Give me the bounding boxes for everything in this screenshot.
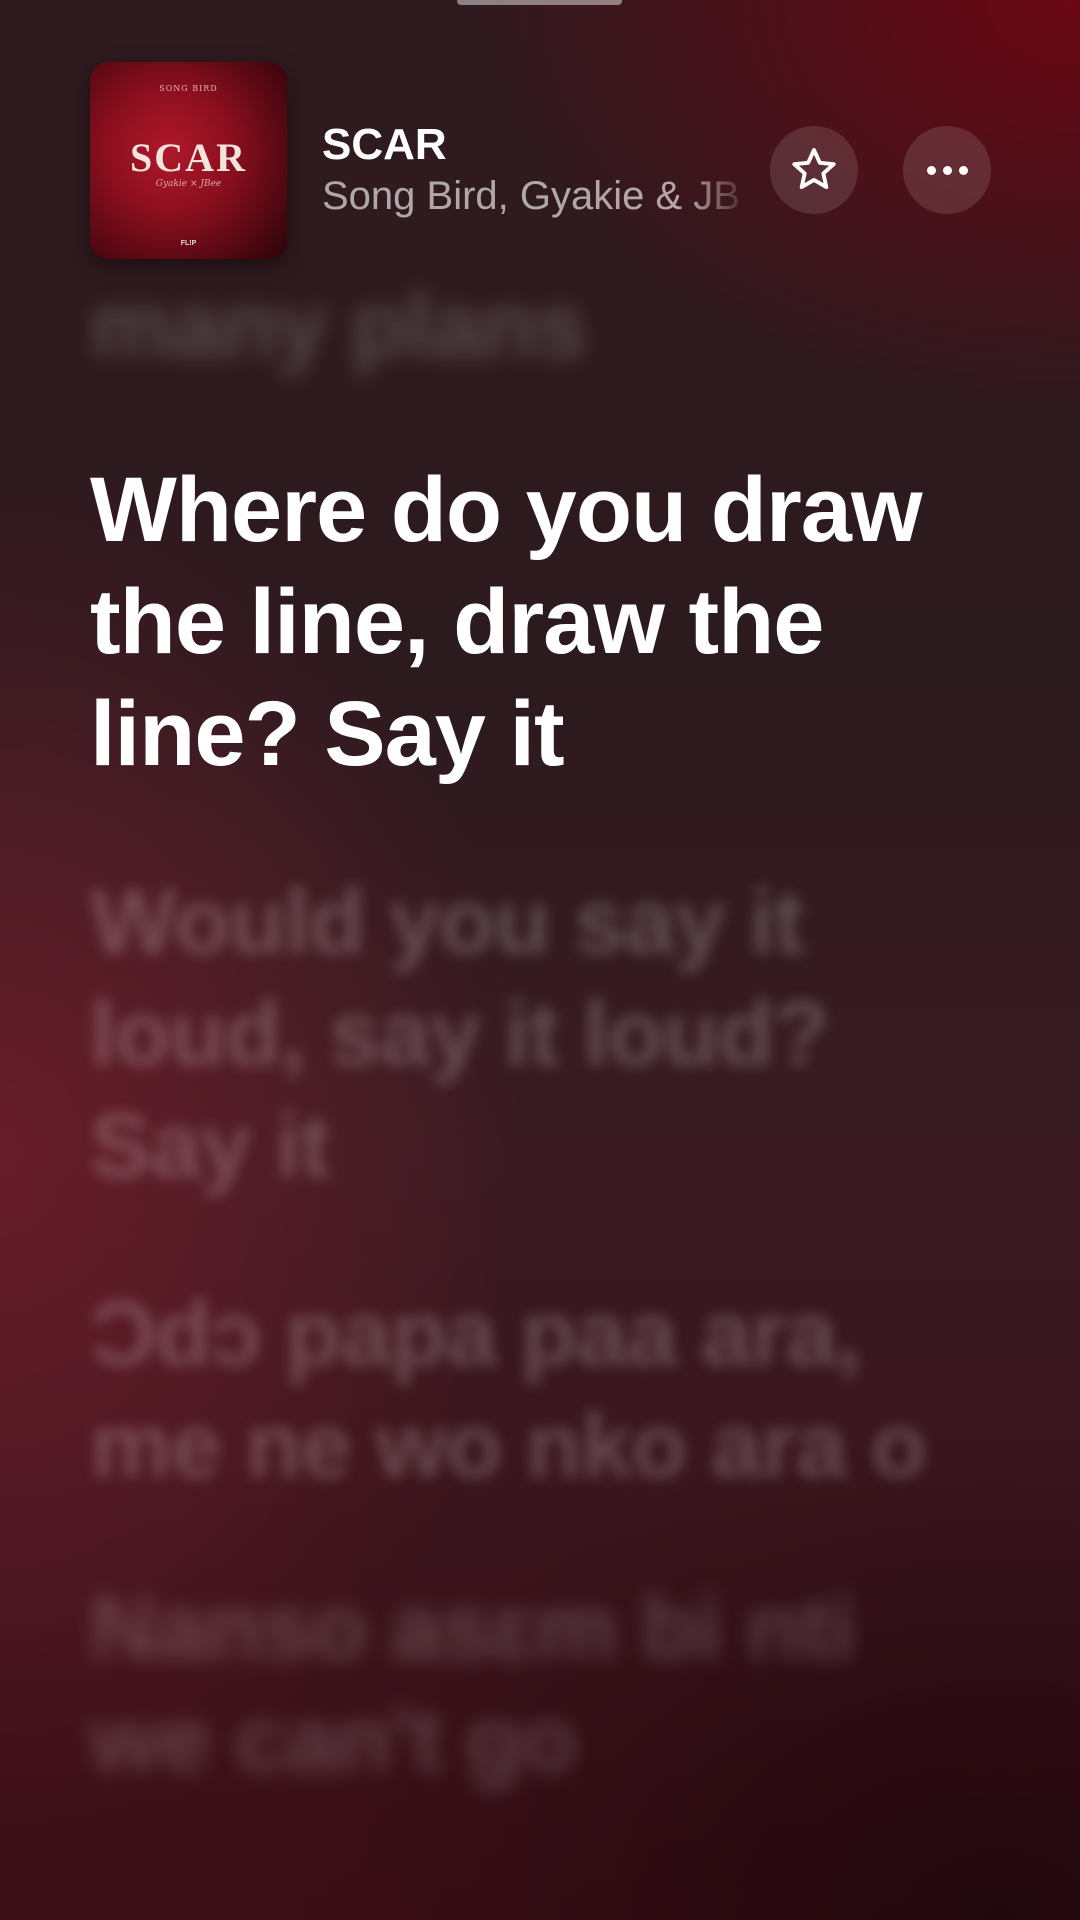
star-icon <box>792 148 836 190</box>
artwork-label-text: FL!P <box>180 240 197 247</box>
lyric-line-next-2[interactable]: Ɔdɔ papa paa ara, me ne wo nko ara o <box>90 1278 990 1502</box>
lyric-line-previous[interactable]: many plans <box>90 270 990 382</box>
sheet-grabber[interactable] <box>457 0 622 5</box>
album-artwork[interactable]: SONG BIRD SCAR Gyakie × JBee FL!P <box>90 62 287 259</box>
artwork-subtitle-text: Gyakie × JBee <box>155 179 222 189</box>
more-options-button[interactable] <box>903 126 991 214</box>
now-playing-header: SONG BIRD SCAR Gyakie × JBee FL!P SCAR S… <box>90 62 1010 262</box>
track-artist[interactable]: Song Bird, Gyakie & JB <box>322 174 752 219</box>
lyric-line-current[interactable]: Where do you draw the line, draw the lin… <box>90 454 990 790</box>
ellipsis-icon <box>926 165 968 175</box>
track-title: SCAR <box>322 120 447 169</box>
favorite-button[interactable] <box>770 126 858 214</box>
artwork-artist-text: SONG BIRD <box>159 84 218 93</box>
lyric-line-next-3[interactable]: Nanso asɛm bi nti we can't go <box>90 1572 990 1796</box>
artwork-title-text: SCAR <box>130 135 247 180</box>
lyrics-screen: SONG BIRD SCAR Gyakie × JBee FL!P SCAR S… <box>0 0 1080 1920</box>
lyric-line-next-1[interactable]: Would you say it loud, say it loud? Say … <box>90 866 990 1202</box>
